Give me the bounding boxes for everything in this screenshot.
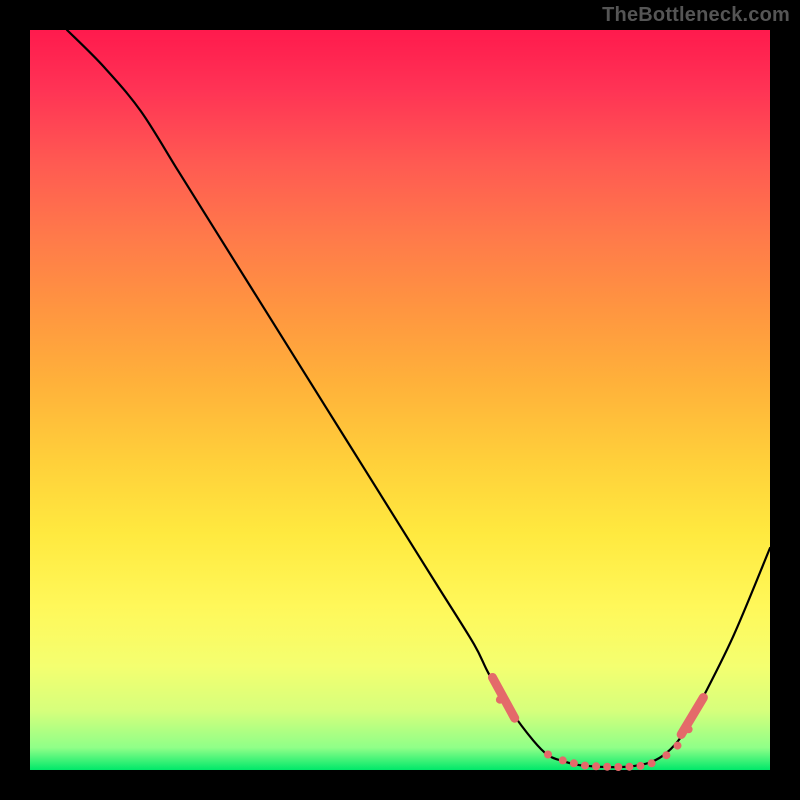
highlight-dot — [592, 762, 600, 770]
highlight-dot — [544, 751, 552, 759]
highlight-dot — [614, 763, 622, 771]
highlight-dot — [662, 751, 670, 759]
chart-frame: TheBottleneck.com — [0, 0, 800, 800]
highlight-dot — [496, 696, 504, 704]
highlight-dot — [648, 759, 656, 767]
highlight-dot — [637, 762, 645, 770]
chart-svg — [30, 30, 770, 770]
plot-area — [30, 30, 770, 770]
highlight-dot — [581, 762, 589, 770]
bottleneck-curve — [67, 30, 770, 767]
highlight-pill — [493, 678, 515, 719]
highlight-dot — [685, 725, 693, 733]
highlight-dot — [692, 705, 700, 713]
highlight-dot — [559, 756, 567, 764]
highlight-pills — [493, 678, 704, 735]
highlight-dot — [625, 763, 633, 771]
attribution-text: TheBottleneck.com — [602, 4, 790, 27]
highlight-dot — [674, 742, 682, 750]
highlight-dot — [603, 763, 611, 771]
highlight-dot — [570, 759, 578, 767]
